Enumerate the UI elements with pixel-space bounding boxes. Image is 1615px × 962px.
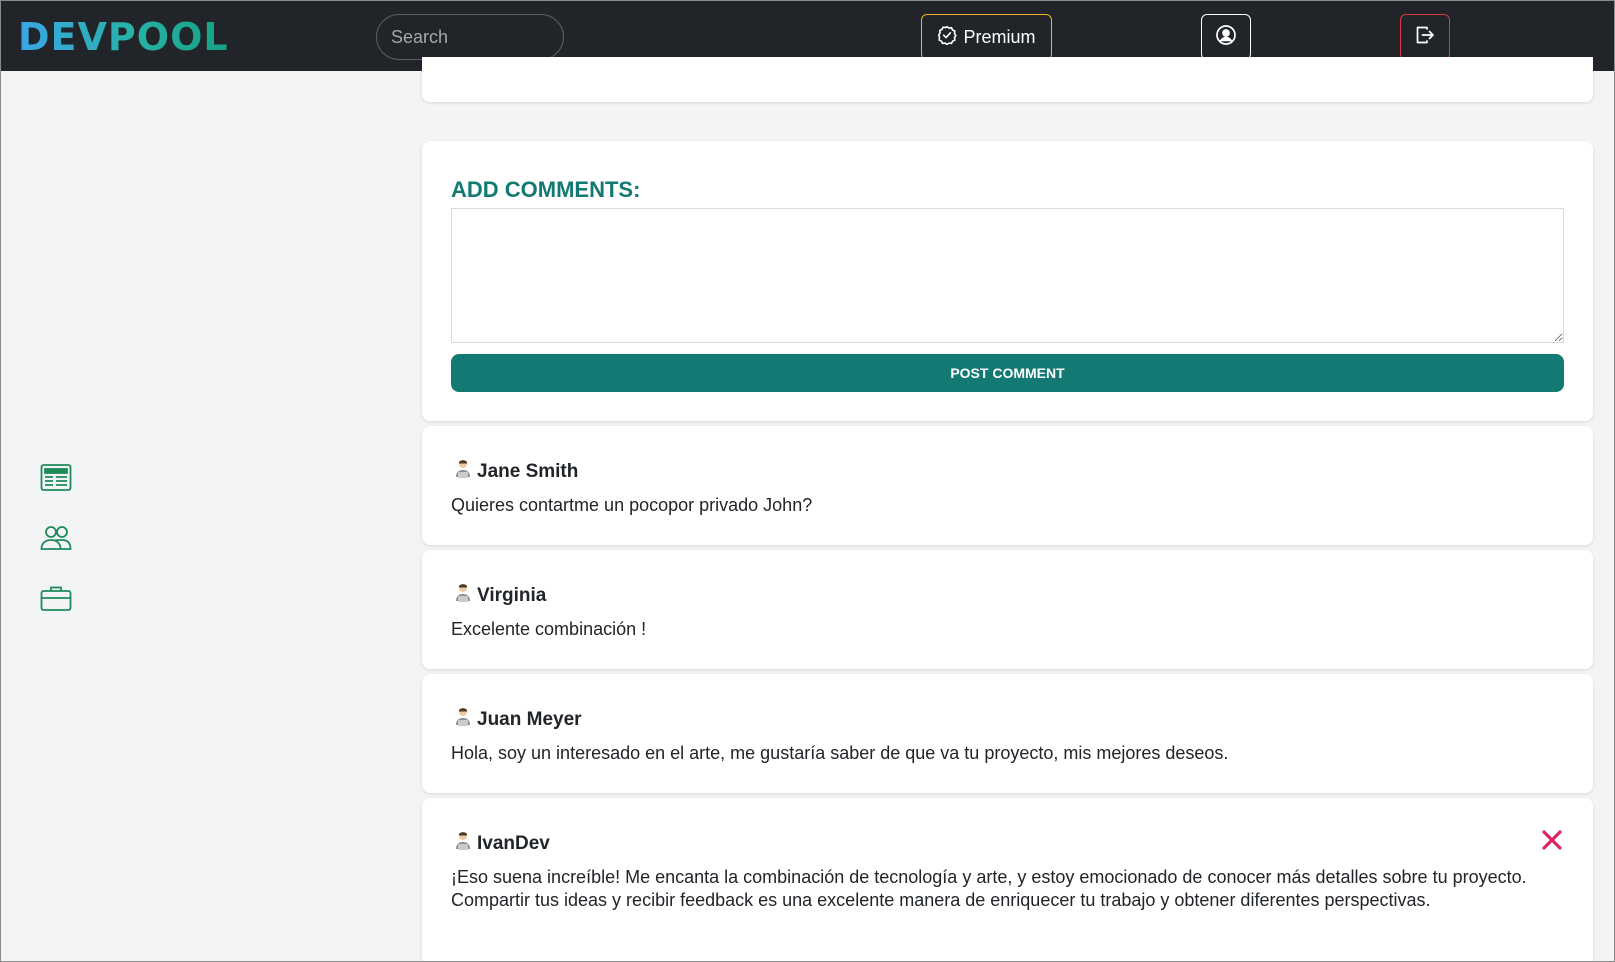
comment-author: Virginia xyxy=(477,584,547,606)
sidebar-item-jobs[interactable] xyxy=(39,583,73,617)
check-circle-icon xyxy=(937,25,958,50)
comment-author: Juan Meyer xyxy=(477,708,582,730)
comment-header: IvanDev xyxy=(454,831,550,856)
comment-text: ¡Eso suena increíble! Me encanta la comb… xyxy=(451,867,1527,910)
comment-text: Hola, soy un interesado en el arte, me g… xyxy=(451,743,1229,763)
comment-item: Virginia Excelente combinación ! xyxy=(422,550,1593,669)
comment-textarea[interactable] xyxy=(451,208,1564,343)
premium-label: Premium xyxy=(963,26,1036,47)
close-icon xyxy=(1541,829,1563,856)
search-input[interactable] xyxy=(376,14,564,60)
comment-item: Juan Meyer Hola, soy un interesado en el… xyxy=(422,674,1593,793)
premium-button[interactable]: Premium xyxy=(921,14,1052,60)
logout-button[interactable] xyxy=(1400,14,1450,60)
comment-header: Juan Meyer xyxy=(454,707,582,732)
comment-item: IvanDev ¡Eso suena increíble! Me encanta… xyxy=(422,798,1593,961)
users-icon xyxy=(40,524,72,557)
developer-avatar-icon xyxy=(454,459,472,484)
comment-text: Quieres contartme un pocopor privado Joh… xyxy=(451,495,813,515)
sidebar-item-news[interactable] xyxy=(39,463,73,497)
comment-item: Jane Smith Quieres contartme un pocopor … xyxy=(422,426,1593,545)
profile-button[interactable] xyxy=(1201,14,1251,60)
logout-icon xyxy=(1414,24,1436,51)
developer-avatar-icon xyxy=(454,707,472,732)
post-comment-button[interactable]: POST COMMENT xyxy=(451,354,1564,392)
developer-avatar-icon xyxy=(454,831,472,856)
post-card xyxy=(422,57,1593,102)
user-circle-icon xyxy=(1215,24,1237,51)
developer-avatar-icon xyxy=(454,583,472,608)
comment-header: Virginia xyxy=(454,583,546,608)
delete-comment-button[interactable] xyxy=(1539,829,1565,855)
comment-author: IvanDev xyxy=(477,832,550,854)
comment-header: Jane Smith xyxy=(454,459,578,484)
add-comment-card: ADD COMMENTS: POST COMMENT xyxy=(422,141,1593,421)
comment-text: Excelente combinación ! xyxy=(451,619,647,639)
briefcase-icon xyxy=(40,584,72,617)
add-comments-title: ADD COMMENTS: xyxy=(451,177,641,202)
newspaper-icon xyxy=(40,463,72,498)
sidebar-item-users[interactable] xyxy=(39,523,73,557)
app-window: DEVPOOL Premium xyxy=(0,0,1615,962)
devpool-logo[interactable]: DEVPOOL xyxy=(18,15,229,59)
comment-author: Jane Smith xyxy=(477,460,579,482)
